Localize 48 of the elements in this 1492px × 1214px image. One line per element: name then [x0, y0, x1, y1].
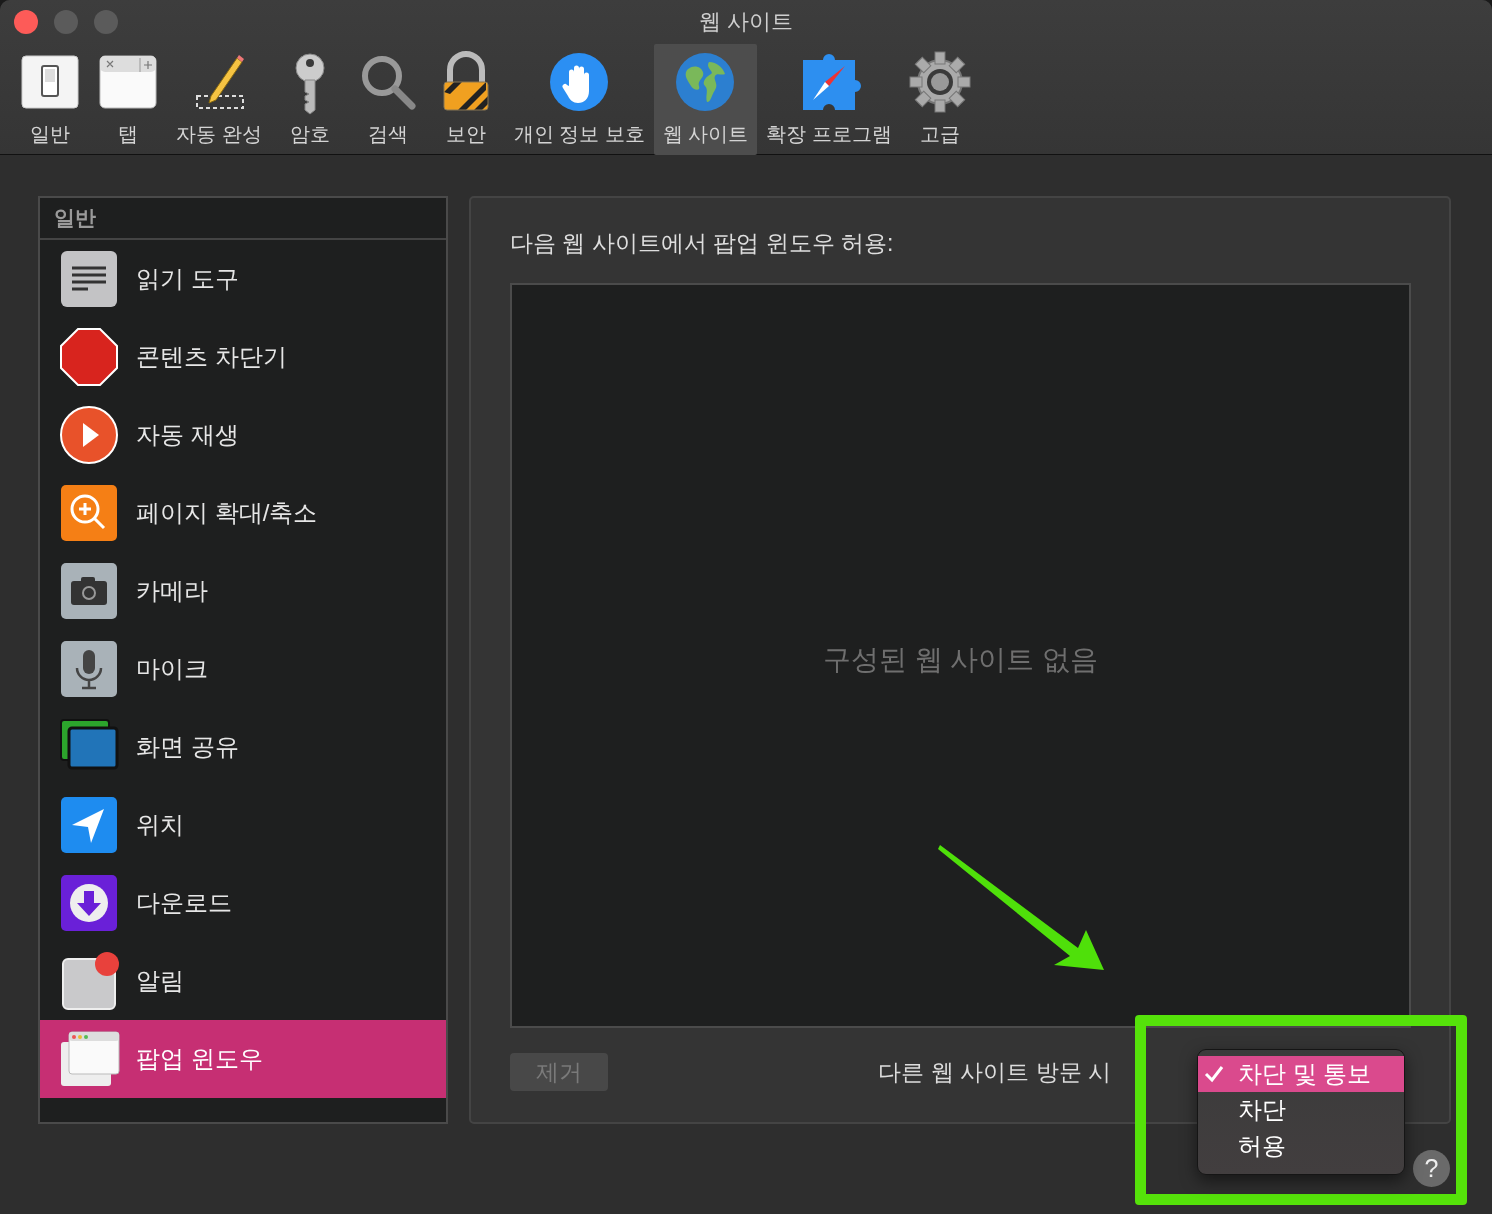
- sidebar-item[interactable]: 페이지 확대/축소: [40, 474, 446, 552]
- zoom-button[interactable]: [94, 10, 118, 34]
- sidebar-item[interactable]: 콘텐츠 차단기: [40, 318, 446, 396]
- globe-icon: [675, 52, 736, 112]
- light-switch-icon: [20, 52, 80, 112]
- panel-heading: 다음 웹 사이트에서 팝업 윈도우 허용:: [510, 230, 894, 256]
- minimize-button[interactable]: [54, 10, 78, 34]
- toolbar-tab[interactable]: 개인 정보 보호: [504, 44, 654, 155]
- text-lines-icon: [60, 250, 118, 308]
- microphone-icon: [60, 640, 118, 698]
- toolbar-tab[interactable]: 확장 프로그램: [757, 44, 901, 155]
- toolbar-tab[interactable]: 일반: [11, 44, 89, 155]
- toolbar-tab[interactable]: 암호: [270, 44, 349, 155]
- browser-windows-icon: [60, 1030, 118, 1088]
- sidebar-item[interactable]: 팝업 윈도우: [40, 1020, 446, 1098]
- window-title: 웹 사이트: [698, 9, 794, 34]
- notification-badge-icon: [60, 952, 118, 1010]
- download-icon: [60, 874, 118, 932]
- sidebar-item[interactable]: 읽기 도구: [40, 240, 446, 318]
- settings-icon: [909, 52, 970, 112]
- sidebar-item[interactable]: 카메라: [40, 552, 446, 630]
- tab-bar-icon: [98, 52, 158, 112]
- menu-item[interactable]: 허용: [1198, 1128, 1404, 1164]
- menu-item[interactable]: 차단: [1198, 1092, 1404, 1128]
- camera-icon: [60, 562, 118, 620]
- play-icon: [60, 406, 118, 464]
- stop-sign-icon: [60, 328, 118, 386]
- sidebar-item[interactable]: 다운로드: [40, 864, 446, 942]
- hand-icon: [549, 52, 610, 112]
- toolbar-tab[interactable]: 보안: [426, 44, 505, 155]
- sidebar-header: 일반: [54, 205, 96, 231]
- toolbar-tab[interactable]: 자동 완성: [167, 44, 271, 155]
- toolbar-tab[interactable]: 웹 사이트: [653, 44, 758, 155]
- checkmark-icon: [1204, 1065, 1224, 1083]
- zoom-in-icon: [60, 484, 118, 542]
- sidebar-item[interactable]: 알림: [40, 942, 446, 1020]
- toolbar-tab[interactable]: 검색: [348, 44, 427, 155]
- close-button[interactable]: [14, 10, 38, 34]
- sidebar-item[interactable]: 마이크: [40, 630, 446, 708]
- sidebar-item[interactable]: 화면 공유: [40, 708, 446, 786]
- toolbar-tab[interactable]: 탭: [89, 44, 167, 155]
- toolbar-tab[interactable]: 고급: [900, 44, 979, 155]
- when-visiting-label: 다른 웹 사이트 방문 시: [878, 1057, 1111, 1087]
- empty-message: 구성된 웹 사이트 없음: [822, 642, 1099, 677]
- sidebar-item[interactable]: 자동 재생: [40, 396, 446, 474]
- help-button[interactable]: ?: [1413, 1150, 1450, 1187]
- menu-item[interactable]: 차단 및 통보: [1198, 1056, 1404, 1092]
- sidebar-item[interactable]: 위치: [40, 786, 446, 864]
